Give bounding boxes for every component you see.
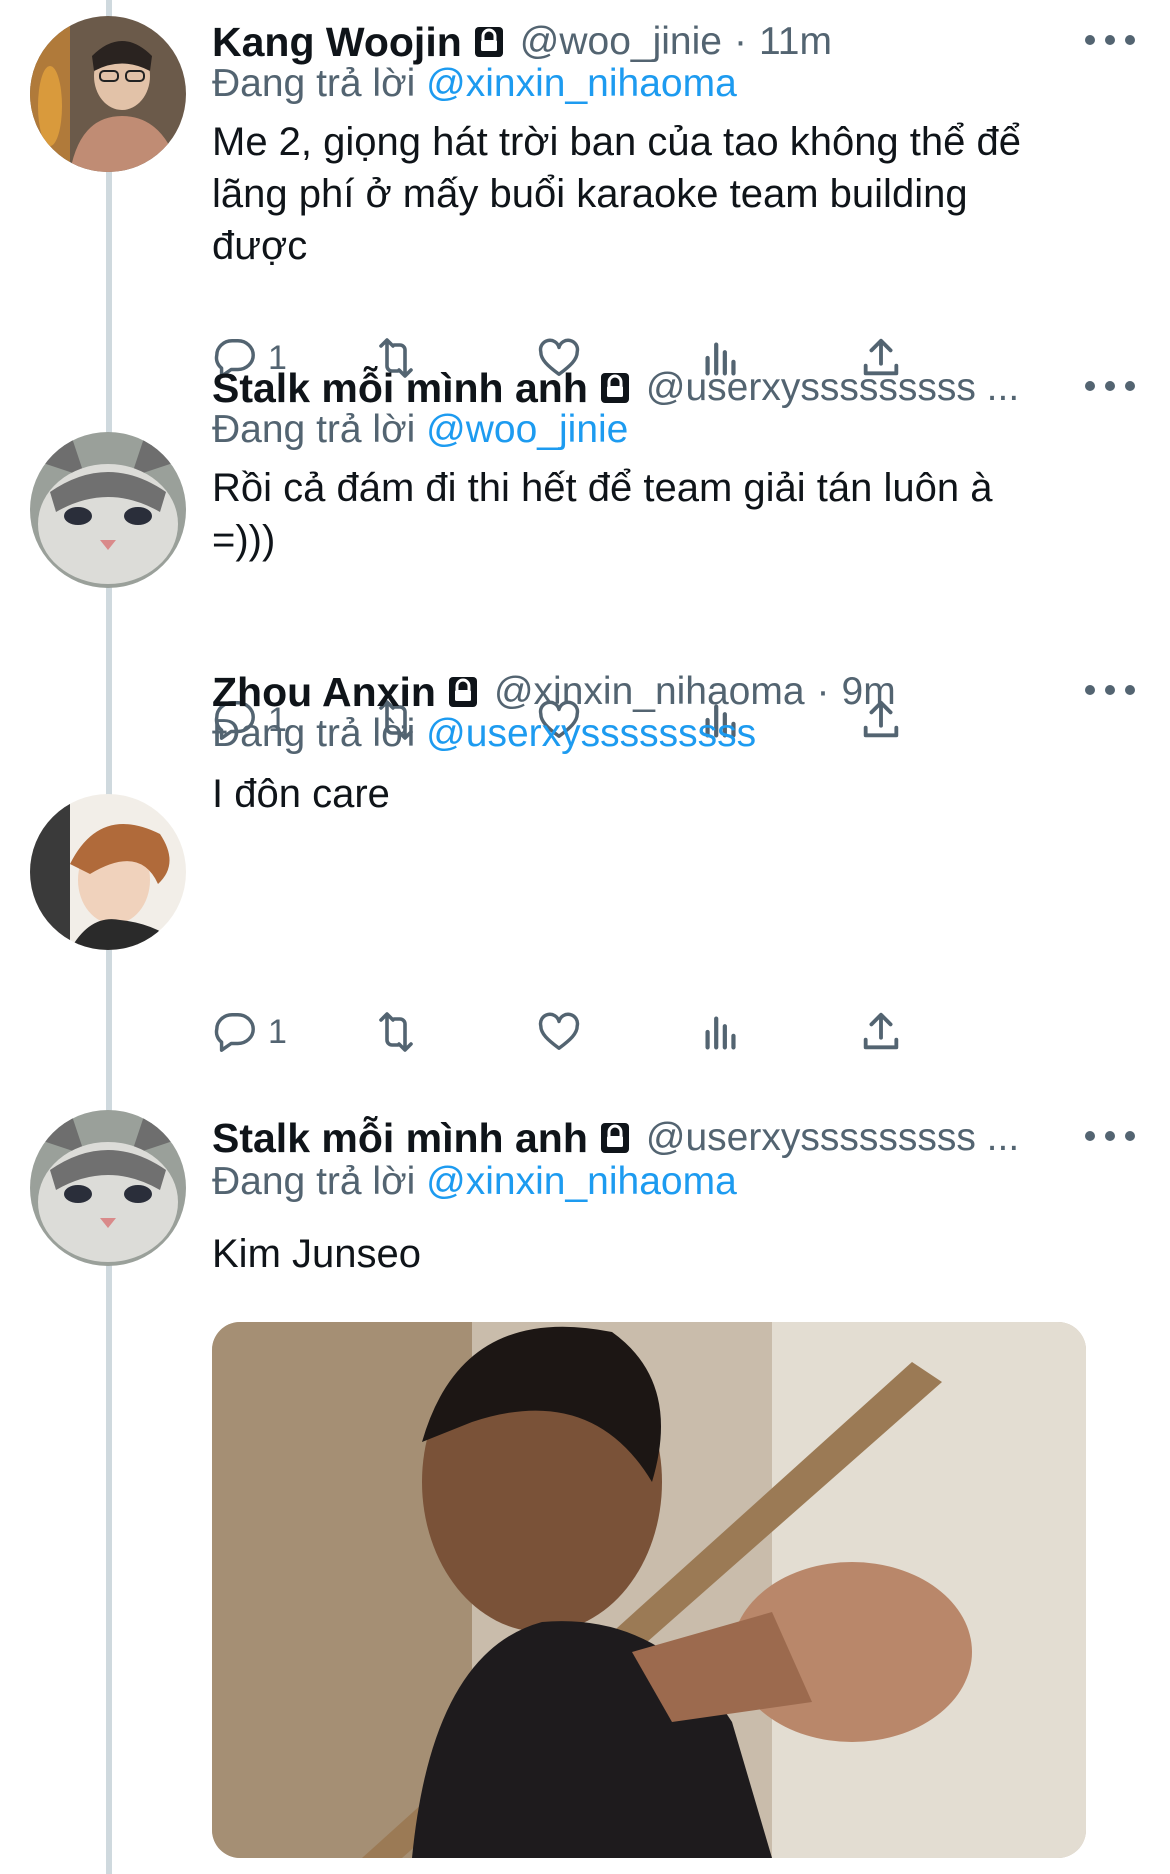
retweet-button[interactable] bbox=[372, 1002, 420, 1062]
replying-to-label: Đang trả lời bbox=[212, 408, 416, 451]
tweet-text: Rồi cả đám đi thi hết để team giải tán l… bbox=[212, 462, 1132, 566]
avatar-stalk-moi-minh-anh[interactable] bbox=[30, 432, 186, 588]
tweet-text-line: Kim Junseo bbox=[212, 1232, 421, 1276]
timestamp[interactable]: 9m bbox=[842, 670, 896, 714]
replying-to: Đang trả lời @userxysssssssss bbox=[212, 712, 756, 756]
tweet-text: I đôn care bbox=[212, 768, 1132, 820]
more-icon[interactable] bbox=[1085, 680, 1135, 700]
tweet-media-image[interactable] bbox=[212, 1322, 1086, 1858]
time-separator: · bbox=[733, 20, 747, 63]
action-bar: 1 bbox=[212, 1002, 1052, 1062]
avatar-image bbox=[30, 1110, 186, 1266]
reply-count: 1 bbox=[268, 1012, 287, 1051]
avatar-kang-woojin[interactable] bbox=[30, 16, 186, 172]
replying-to: Đang trả lời @xinxin_nihaoma bbox=[212, 1160, 737, 1204]
tweet-text: Me 2, giọng hát trời ban của tao không t… bbox=[212, 116, 1132, 272]
author-name[interactable]: Kang Woojin bbox=[212, 19, 462, 66]
tweet-text-line: lãng phí ở mấy buổi karaoke team buildin… bbox=[212, 172, 968, 216]
views-icon bbox=[705, 1016, 736, 1050]
reply-icon bbox=[214, 1013, 255, 1052]
tweet-text-line: I đôn care bbox=[212, 772, 390, 816]
author-name[interactable]: Zhou Anxin bbox=[212, 669, 436, 716]
replying-to-label: Đang trả lời bbox=[212, 62, 416, 105]
replying-to-mention[interactable]: @woo_jinie bbox=[426, 408, 628, 451]
author-name[interactable]: Stalk mỗi mình anh bbox=[212, 365, 588, 412]
more-icon[interactable] bbox=[1085, 1126, 1135, 1146]
author-handle[interactable]: @userxysssssssss ... bbox=[646, 366, 1019, 410]
more-icon[interactable] bbox=[1085, 30, 1135, 50]
lock-icon bbox=[446, 675, 480, 709]
replying-to: Đang trả lời @woo_jinie bbox=[212, 408, 628, 452]
avatar-image bbox=[30, 794, 186, 950]
author-name[interactable]: Stalk mỗi mình anh bbox=[212, 1115, 588, 1162]
tweet-text-line: Rồi cả đám đi thi hết để team giải tán l… bbox=[212, 466, 993, 510]
author-handle[interactable]: @userxysssssssss ... bbox=[646, 1116, 1019, 1160]
author-handle[interactable]: @woo_jinie bbox=[520, 20, 722, 64]
lock-icon bbox=[472, 25, 506, 59]
author-row: Stalk mỗi mình anh @userxysssssssss ... bbox=[212, 1112, 1019, 1164]
like-button[interactable] bbox=[536, 1002, 582, 1062]
tweet-text-line: Me 2, giọng hát trời ban của tao không t… bbox=[212, 120, 1022, 164]
author-row: Stalk mỗi mình anh @userxysssssssss ... bbox=[212, 362, 1019, 414]
views-button[interactable] bbox=[698, 1002, 744, 1062]
author-handle[interactable]: @xinxin_nihaoma bbox=[494, 670, 805, 714]
time-separator: · bbox=[816, 670, 830, 713]
replying-to-label: Đang trả lời bbox=[212, 712, 416, 755]
tweet-text-line: được bbox=[212, 224, 308, 268]
timestamp[interactable]: 11m bbox=[759, 20, 832, 64]
avatar-image bbox=[30, 16, 186, 172]
share-button[interactable] bbox=[858, 1002, 904, 1062]
avatar-stalk-moi-minh-anh[interactable] bbox=[30, 1110, 186, 1266]
more-icon[interactable] bbox=[1085, 376, 1135, 396]
media-photo bbox=[212, 1322, 1086, 1858]
author-row: Kang Woojin @woo_jinie · 11m bbox=[212, 16, 832, 68]
tweet-text: Kim Junseo bbox=[212, 1228, 1132, 1280]
replying-to-label: Đang trả lời bbox=[212, 1160, 416, 1203]
tweet-text-line: =))) bbox=[212, 518, 276, 562]
retweet-icon bbox=[379, 1012, 413, 1052]
replying-to-mention[interactable]: @xinxin_nihaoma bbox=[426, 1160, 737, 1203]
avatar-zhou-anxin[interactable] bbox=[30, 794, 186, 950]
avatar-image bbox=[30, 432, 186, 588]
replying-to: Đang trả lời @xinxin_nihaoma bbox=[212, 62, 737, 106]
lock-icon bbox=[598, 371, 632, 405]
author-row: Zhou Anxin @xinxin_nihaoma · 9m bbox=[212, 666, 896, 718]
lock-icon bbox=[598, 1121, 632, 1155]
like-icon bbox=[538, 1012, 580, 1051]
reply-button[interactable]: 1 bbox=[212, 1002, 287, 1062]
replying-to-mention[interactable]: @xinxin_nihaoma bbox=[426, 62, 737, 105]
replying-to-mention[interactable]: @userxysssssssss bbox=[426, 712, 756, 755]
share-icon bbox=[863, 1012, 899, 1050]
